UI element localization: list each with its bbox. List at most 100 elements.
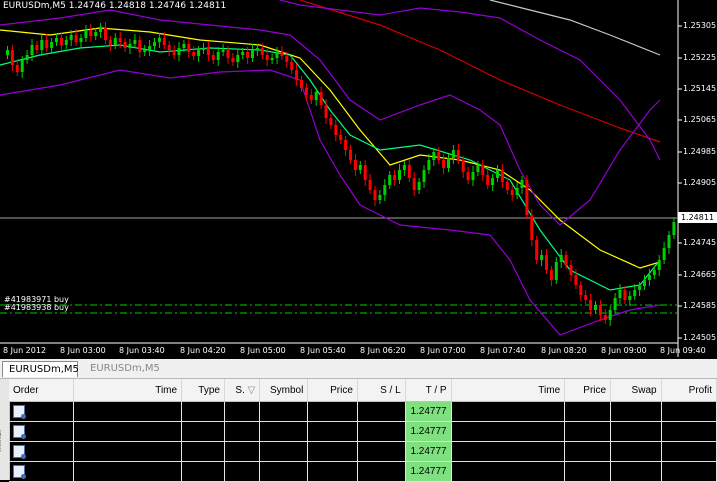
col-header-open-time[interactable]: Time: [73, 379, 183, 402]
candle-body: [417, 182, 421, 190]
candle-body: [628, 296, 632, 300]
col-header-symbol[interactable]: Symbol: [259, 379, 309, 402]
bollinger-outer: [279, 0, 661, 161]
candle-body: [584, 295, 588, 300]
candle-body: [74, 35, 78, 42]
candle-body: [64, 40, 68, 45]
candle-body: [344, 140, 348, 150]
order-number: 419...: [28, 466, 54, 478]
candle-body: [667, 235, 671, 248]
cell-swap: 0.00: [610, 461, 662, 482]
time-tick-label: 8 Jun 2012: [3, 346, 47, 355]
candle-body: [427, 160, 431, 170]
cell-close-price: 1.24777: [564, 421, 612, 442]
table-row[interactable]: 419... 2012.06.08 08:30 buy 0.10 eurusdm 1.24…: [9, 401, 717, 422]
candle-body: [564, 255, 568, 265]
candle-body: [540, 255, 544, 260]
time-tick-label: 8 Jun 03:00: [60, 346, 106, 355]
candle-body: [594, 305, 597, 310]
cell-profit: -18.30: [661, 461, 717, 482]
candle-body: [118, 38, 122, 42]
order-icon: [13, 405, 26, 419]
time-tick-label: 8 Jun 09:40: [660, 346, 706, 355]
cell-stop-loss: 0.00000: [357, 421, 406, 442]
candle-body: [647, 275, 651, 280]
time-tick-label: 8 Jun 07:40: [480, 346, 526, 355]
candle-body: [525, 180, 529, 215]
order-icon: [13, 425, 26, 439]
price-tick-label: 1.24905: [683, 178, 717, 187]
col-header-swap[interactable]: Swap: [610, 379, 662, 402]
candle-body: [280, 52, 284, 56]
price-tick-label: 1.25305: [683, 21, 717, 30]
table-row[interactable]: 419... 2012.06.08 06:30 buy 0.10 eurusdm 1.24…: [9, 441, 717, 462]
tab-eurusd-m5-active[interactable]: EURUSDm,M5: [2, 361, 79, 377]
candle-body: [643, 280, 646, 286]
cell-take-profit: 1.24777: [405, 421, 452, 442]
candle-body: [202, 48, 205, 50]
candle-body: [211, 55, 215, 60]
col-header-size[interactable]: S. ▽: [224, 379, 261, 402]
col-header-close-price[interactable]: Price: [564, 379, 612, 402]
col-header-profit[interactable]: Profit: [661, 379, 717, 402]
candle-body: [138, 40, 142, 52]
candle-body: [535, 240, 539, 260]
candle-body: [388, 175, 392, 185]
cell-profit: 14.10: [661, 401, 717, 422]
candle-body: [30, 45, 34, 55]
candle-body: [89, 30, 93, 36]
candle-body: [270, 58, 274, 60]
candle-body: [285, 56, 289, 62]
candle-body: [486, 175, 490, 185]
cell-open-time: 2012.06.08 06:08: [73, 461, 183, 482]
price-tick-label: 1.24665: [683, 270, 717, 279]
candle-body: [598, 305, 602, 315]
order-line-label: #41983938 buy: [4, 303, 69, 312]
candle-body: [192, 52, 196, 56]
chart-tab-bar: EURUSDm,M5 EURUSDm,M5: [0, 359, 717, 379]
chart-canvas: [0, 0, 682, 357]
cell-symbol: eurusdm: [259, 401, 309, 422]
candle-body: [402, 165, 406, 170]
candle-body: [153, 42, 156, 46]
candle-body: [437, 152, 441, 160]
history-table: Order Time Type S. ▽ Symbol Price S / L …: [9, 379, 717, 482]
price-chart[interactable]: EURUSDm,M5 1.24746 1.24818 1.24746 1.248…: [0, 0, 717, 357]
price-tick-label: 1.24585: [683, 301, 717, 310]
candle-body: [515, 188, 519, 195]
candle-body: [35, 45, 39, 50]
col-header-take-profit[interactable]: T / P: [405, 379, 452, 402]
table-row[interactable]: 419... 2012.06.08 06:08 buy 0.10 eurusdm 1.24…: [9, 461, 717, 482]
candle-body: [45, 40, 49, 48]
candle-body: [157, 38, 161, 42]
tab-eurusd-m5[interactable]: EURUSDm,M5: [84, 361, 166, 377]
col-header-type[interactable]: Type: [181, 379, 225, 402]
candle-body: [241, 52, 245, 55]
candle-body: [466, 172, 470, 180]
col-header-order[interactable]: Order: [9, 379, 75, 402]
candle-body: [99, 28, 103, 32]
candle-body: [476, 165, 480, 172]
col-header-stop-loss[interactable]: S / L: [357, 379, 406, 402]
cell-close-time: 2012.06.08 09:41: [451, 421, 566, 442]
candle-body: [275, 52, 279, 58]
cell-stop-loss: 0.00000: [357, 461, 406, 482]
cell-symbol: eurusdm: [259, 441, 309, 462]
cell-swap: 0.00: [610, 421, 662, 442]
candle-body: [623, 290, 627, 300]
candle-body: [339, 135, 343, 140]
candle-body: [579, 285, 583, 295]
candle-body: [589, 300, 593, 310]
candle-body: [349, 150, 352, 160]
cell-symbol: eurusdm: [259, 461, 309, 482]
cell-order: 419...: [9, 461, 75, 482]
candle-body: [123, 42, 127, 48]
candle-body: [496, 170, 499, 178]
col-header-open-price[interactable]: Price: [307, 379, 358, 402]
candle-body: [324, 105, 328, 118]
cell-size: 0.10: [224, 461, 261, 482]
cell-type: buy: [181, 441, 225, 462]
moving-average-yellow: [0, 27, 661, 269]
col-header-close-time[interactable]: Time: [451, 379, 566, 402]
table-row[interactable]: 419... 2012.06.08 08:29 buy 0.10 eurusdm 1.24…: [9, 421, 717, 442]
